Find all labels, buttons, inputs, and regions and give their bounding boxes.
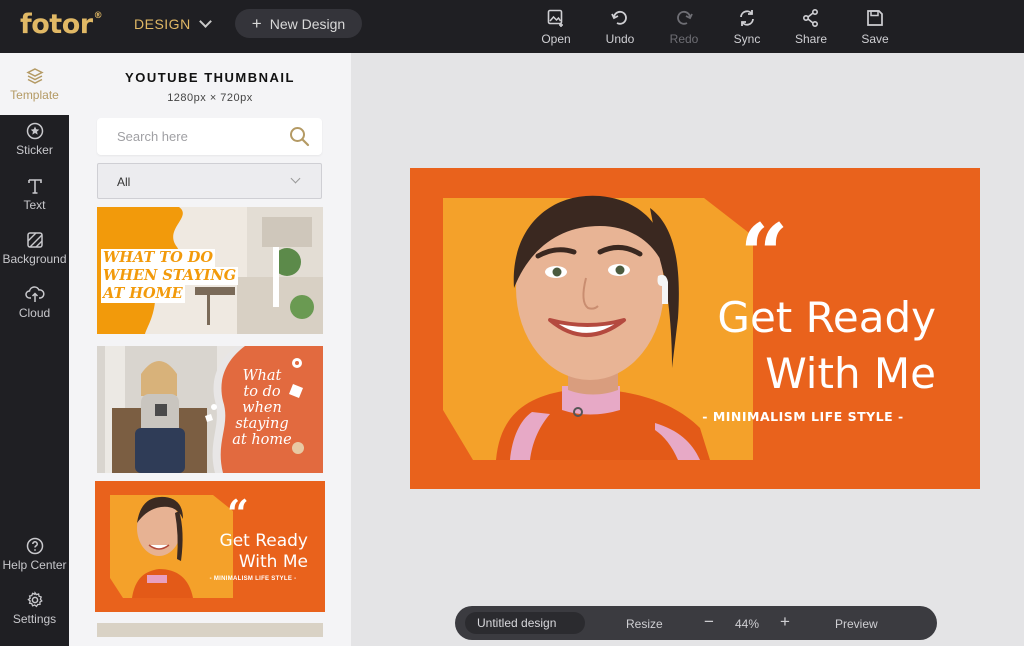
preview-button[interactable]: Preview	[835, 617, 878, 631]
left-rail: Template Sticker Text Background Cloud H…	[0, 53, 69, 646]
search-input[interactable]	[97, 118, 297, 155]
save-icon	[867, 10, 883, 26]
rail-item-template[interactable]: Template	[0, 53, 69, 115]
sync-button[interactable]: Sync	[719, 8, 775, 46]
panel-title: YOUTUBE THUMBNAIL	[125, 70, 295, 85]
layers-icon	[25, 68, 44, 84]
star-icon	[26, 122, 43, 140]
rail-item-sticker[interactable]: Sticker	[0, 122, 69, 157]
background-icon	[26, 232, 43, 248]
share-icon	[802, 8, 819, 28]
chevron-down-icon	[290, 173, 301, 184]
zoom-out-button[interactable]: −	[704, 612, 714, 632]
plus-icon: +	[251, 13, 262, 33]
quote-mark[interactable]: “	[740, 213, 788, 297]
template-card-what-to-do[interactable]: WHAT TO DO WHEN STAYING AT HOME	[97, 207, 323, 334]
bottom-bar: Untitled design Resize − 44% + Preview	[455, 606, 937, 640]
design-canvas[interactable]: “ Get Ready With Me - MINIMALISM LIFE ST…	[410, 168, 980, 489]
rail-item-cloud[interactable]: Cloud	[0, 285, 69, 320]
text-icon	[27, 179, 42, 194]
design-dropdown[interactable]: DESIGN	[134, 15, 212, 32]
undo-icon	[611, 10, 627, 25]
chevron-down-icon	[198, 15, 212, 28]
canvas-tagline[interactable]: - MINIMALISM LIFE STYLE -	[682, 409, 924, 424]
sync-icon	[740, 10, 754, 26]
rail-item-text[interactable]: Text	[0, 177, 69, 212]
fotor-logo[interactable]: fotor®	[20, 9, 103, 40]
cloud-upload-icon	[24, 286, 44, 302]
zoom-in-button[interactable]: +	[780, 612, 790, 632]
open-button[interactable]: Open	[528, 8, 584, 46]
quote-mark: “	[227, 491, 249, 536]
template-tagline: - MINIMALISM LIFE STYLE -	[209, 576, 297, 582]
template-headline: Get Ready With Me	[219, 531, 308, 572]
template-card-staying-home[interactable]: What to do when staying at home	[97, 346, 323, 473]
help-icon	[26, 537, 43, 555]
rail-item-background[interactable]: Background	[0, 231, 69, 266]
design-name-field[interactable]: Untitled design	[465, 612, 585, 634]
rail-item-settings[interactable]: Settings	[0, 591, 69, 626]
save-button[interactable]: Save	[847, 8, 903, 46]
template-size: 1280px × 720px	[167, 92, 253, 104]
redo-button[interactable]: Redo	[656, 8, 712, 46]
redo-icon	[677, 10, 693, 25]
gear-icon	[26, 591, 43, 608]
search-icon[interactable]	[289, 126, 310, 147]
template-card-get-ready[interactable]: “ Get Ready With Me - MINIMALISM LIFE ST…	[95, 481, 325, 612]
category-select[interactable]: All	[97, 163, 322, 199]
canvas-headline[interactable]: Get Ready With Me	[670, 290, 936, 402]
share-button[interactable]: Share	[783, 8, 839, 46]
undo-button[interactable]: Undo	[592, 8, 648, 46]
rail-item-help-center[interactable]: Help Center	[0, 537, 69, 572]
search-box	[97, 118, 322, 155]
template-headline: WHAT TO DO WHEN STAYING AT HOME	[101, 249, 239, 303]
resize-button[interactable]: Resize	[626, 617, 663, 631]
template-panel: YOUTUBE THUMBNAIL 1280px × 720px All WHA…	[69, 53, 351, 646]
top-bar: fotor® DESIGN + New Design Open Undo Redo…	[0, 0, 1024, 53]
template-card-partial[interactable]	[97, 623, 323, 637]
new-design-button[interactable]: + New Design	[235, 9, 362, 38]
open-image-icon	[547, 9, 563, 27]
template-headline: What to do when staying at home	[232, 368, 292, 448]
zoom-level: 44%	[735, 617, 760, 631]
